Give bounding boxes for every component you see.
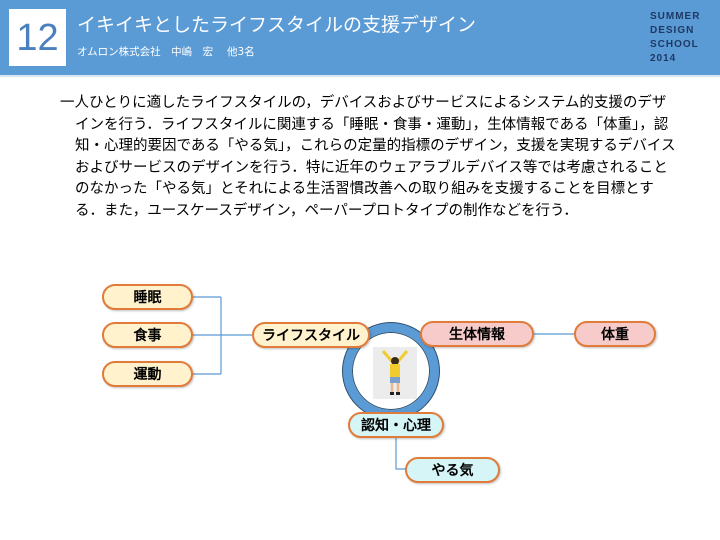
connector-motivation — [395, 436, 406, 470]
node-exercise: 運動 — [102, 361, 193, 387]
node-exercise-label: 運動 — [133, 367, 162, 383]
node-biometric: 生体情報 — [420, 321, 534, 347]
node-meal-label: 食事 — [133, 328, 162, 344]
node-sleep-label: 睡眠 — [133, 290, 162, 306]
node-cognition: 認知・心理 — [348, 412, 444, 438]
diagram-connectors — [193, 296, 574, 470]
node-biometric-label: 生体情報 — [449, 327, 505, 343]
node-weight: 体重 — [574, 321, 656, 347]
node-weight-label: 体重 — [601, 327, 629, 343]
node-cognition-label: 認知・心理 — [361, 418, 431, 434]
node-sleep: 睡眠 — [102, 284, 193, 310]
child-photo — [373, 347, 417, 399]
node-motivation-label: やる気 — [431, 463, 474, 479]
node-lifestyle-label: ライフスタイル — [262, 328, 360, 344]
node-meal: 食事 — [102, 322, 193, 348]
node-lifestyle: ライフスタイル — [252, 322, 370, 348]
node-motivation: やる気 — [405, 457, 500, 483]
